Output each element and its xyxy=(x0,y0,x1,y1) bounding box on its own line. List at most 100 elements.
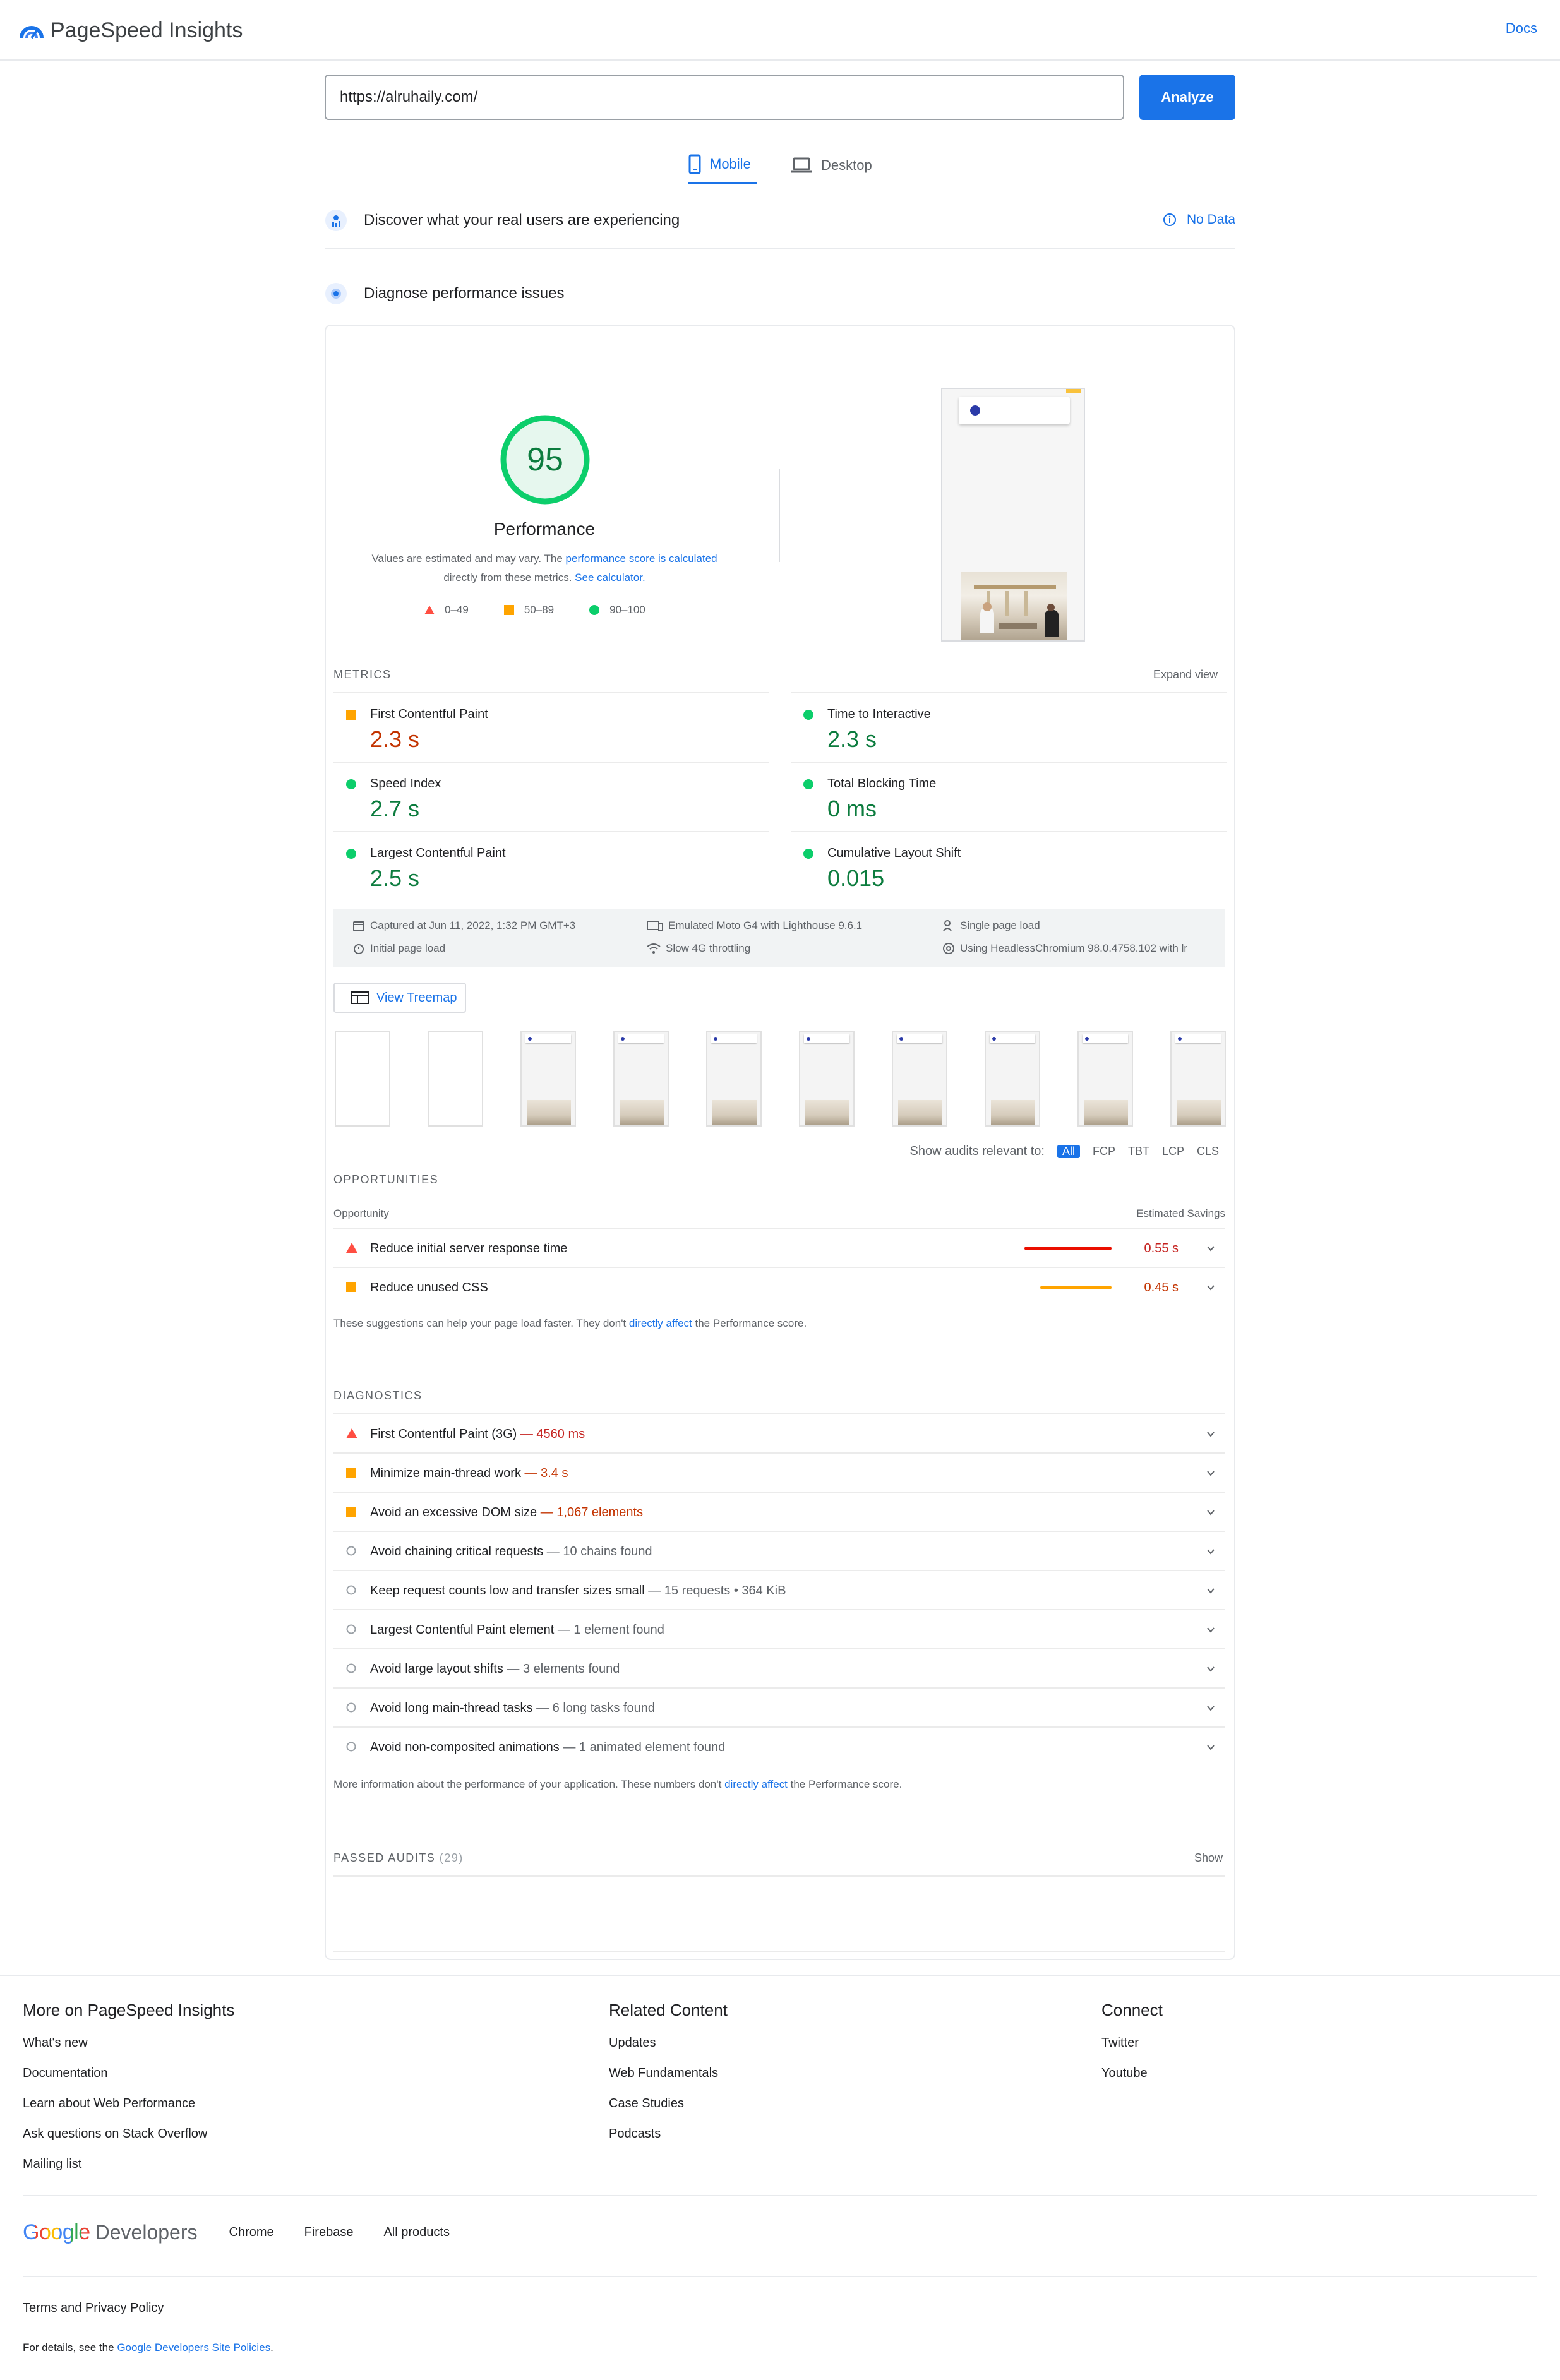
info-circle-outline-icon xyxy=(346,1546,356,1556)
diagnostic-title: First Contentful Paint (3G) xyxy=(370,1427,517,1441)
no-data-indicator[interactable]: No Data xyxy=(1163,212,1235,227)
google-developers-logo[interactable]: Google xyxy=(23,2220,90,2245)
filmstrip-frame[interactable] xyxy=(985,1031,1040,1127)
diagnostic-detail: — 4560 ms xyxy=(520,1427,585,1441)
footer-link-twitter[interactable]: Twitter xyxy=(1101,2035,1163,2066)
diagnostic-row[interactable]: Largest Contentful Paint element — 1 ele… xyxy=(333,1609,1225,1648)
metric-value: 2.7 s xyxy=(370,796,420,822)
runtime-browser-text: Using HeadlessChromium 98.0.4758.102 wit… xyxy=(960,942,1188,954)
footer-link[interactable]: Podcasts xyxy=(609,2126,728,2156)
diagnostic-row[interactable]: Avoid large layout shifts — 3 elements f… xyxy=(333,1648,1225,1687)
footer-heading: Related Content xyxy=(609,2000,728,2019)
url-input[interactable]: https://alruhaily.com/ xyxy=(325,75,1124,120)
frame-dot xyxy=(1085,1037,1089,1041)
tab-desktop[interactable]: Desktop xyxy=(791,147,885,184)
diagnostic-row[interactable]: Keep request counts low and transfer siz… xyxy=(333,1570,1225,1609)
footer-link-youtube[interactable]: Youtube xyxy=(1101,2066,1163,2096)
chevron-down-icon xyxy=(1207,1285,1215,1291)
section-divider xyxy=(325,248,1235,249)
diagnostic-detail: — 1,067 elements xyxy=(540,1505,644,1519)
diagnostic-row[interactable]: Avoid long main-thread tasks — 6 long ta… xyxy=(333,1687,1225,1726)
score-calculated-link[interactable]: performance score is calculated xyxy=(566,553,717,565)
footer-link[interactable]: Case Studies xyxy=(609,2096,728,2126)
opportunity-row[interactable]: Reduce initial server response time 0.55… xyxy=(333,1228,1225,1267)
diagnostic-row[interactable]: First Contentful Paint (3G) — 4560 ms xyxy=(333,1413,1225,1452)
footer-link[interactable]: What's new xyxy=(23,2035,234,2066)
frame-bar xyxy=(618,1034,664,1043)
filter-chip-fcp[interactable]: FCP xyxy=(1093,1145,1115,1158)
analyze-button[interactable]: Analyze xyxy=(1139,75,1235,120)
filmstrip-frame[interactable] xyxy=(892,1031,947,1127)
chevron-down-icon xyxy=(1207,1666,1215,1672)
footer-link[interactable]: Learn about Web Performance xyxy=(23,2096,234,2126)
diagnostic-row[interactable]: Avoid non-composited animations — 1 anim… xyxy=(333,1726,1225,1766)
frame-image xyxy=(805,1100,849,1125)
view-treemap-button[interactable]: View Treemap xyxy=(333,983,466,1013)
filmstrip-frame[interactable] xyxy=(799,1031,855,1127)
show-passed-toggle[interactable]: Show xyxy=(1194,1851,1223,1865)
filter-chip-tbt[interactable]: TBT xyxy=(1128,1145,1149,1158)
fail-triangle-icon xyxy=(346,1428,357,1438)
diagnostic-row[interactable]: Minimize main-thread work — 3.4 s xyxy=(333,1452,1225,1492)
filmstrip-frame[interactable] xyxy=(428,1031,483,1127)
directly-affect-link[interactable]: directly affect xyxy=(724,1778,788,1790)
terms-privacy-link[interactable]: Terms and Privacy Policy xyxy=(23,2301,164,2316)
opportunity-row[interactable]: Reduce unused CSS 0.45 s xyxy=(333,1267,1225,1306)
diagnostics-footnote: More information about the performance o… xyxy=(333,1778,902,1791)
frame-image xyxy=(712,1100,757,1125)
footer-product-link[interactable]: Chrome xyxy=(229,2225,274,2240)
filmstrip-frame[interactable] xyxy=(1077,1031,1133,1127)
chevron-down-icon xyxy=(1207,1432,1215,1437)
diagnostic-row[interactable]: Avoid an excessive DOM size — 1,067 elem… xyxy=(333,1492,1225,1531)
site-policies-link[interactable]: Google Developers Site Policies xyxy=(117,2341,270,2353)
expand-view-toggle[interactable]: Expand view xyxy=(1153,668,1218,681)
footer-link[interactable]: Updates xyxy=(609,2035,728,2066)
diagnostic-name: Avoid long main-thread tasks — 6 long ta… xyxy=(370,1701,655,1716)
filmstrip-frame[interactable] xyxy=(706,1031,762,1127)
runtime-captured-text: Captured at Jun 11, 2022, 1:32 PM GMT+3 xyxy=(370,919,576,931)
footer-column-related: Related Content Updates Web Fundamentals… xyxy=(609,2000,728,2156)
frame-bar xyxy=(990,1034,1035,1043)
opportunities-footnote: These suggestions can help your page loa… xyxy=(333,1317,807,1330)
screenshot-logo-dot xyxy=(970,405,980,416)
final-screenshot[interactable] xyxy=(941,388,1085,642)
directly-affect-link[interactable]: directly affect xyxy=(629,1317,692,1329)
footer-link[interactable]: Mailing list xyxy=(23,2156,234,2187)
filmstrip xyxy=(335,1031,1232,1127)
psi-logo[interactable]: PageSpeed Insights xyxy=(19,16,243,44)
diagnostic-row[interactable]: Avoid chaining critical requests — 10 ch… xyxy=(333,1531,1225,1570)
footer-product-link[interactable]: Firebase xyxy=(304,2225,354,2240)
filmstrip-frame[interactable] xyxy=(520,1031,576,1127)
chevron-down-icon xyxy=(1207,1745,1215,1750)
footer-product-link[interactable]: All products xyxy=(383,2225,450,2240)
laptop-icon xyxy=(791,157,812,173)
tab-mobile[interactable]: Mobile xyxy=(688,147,757,184)
average-square-icon xyxy=(346,1507,356,1517)
frame-bar xyxy=(1175,1034,1221,1043)
filter-chip-cls[interactable]: CLS xyxy=(1197,1145,1219,1158)
passed-audits-label[interactable]: PASSED AUDITS (29) xyxy=(333,1851,464,1865)
filmstrip-frame[interactable] xyxy=(335,1031,390,1127)
average-square-icon xyxy=(346,710,356,720)
diagnostic-name: Avoid chaining critical requests — 10 ch… xyxy=(370,1545,652,1559)
footer-link[interactable]: Ask questions on Stack Overflow xyxy=(23,2126,234,2156)
footer-column-connect: Connect Twitter Youtube xyxy=(1101,2000,1163,2096)
metric-name: Cumulative Layout Shift xyxy=(827,846,961,860)
frame-dot xyxy=(992,1037,996,1041)
metric-value: 0 ms xyxy=(827,796,877,822)
footer-link[interactable]: Web Fundamentals xyxy=(609,2066,728,2096)
docs-link[interactable]: Docs xyxy=(1506,20,1537,37)
filter-chip-all[interactable]: All xyxy=(1057,1145,1080,1158)
see-calculator-link[interactable]: See calculator. xyxy=(575,571,645,583)
filter-chip-lcp[interactable]: LCP xyxy=(1162,1145,1184,1158)
footer-divider xyxy=(0,1975,1560,1976)
metric-tti: Time to Interactive 2.3 s xyxy=(791,692,1227,762)
metric-name: Time to Interactive xyxy=(827,707,931,721)
timer-icon xyxy=(354,944,364,954)
footer-link[interactable]: Documentation xyxy=(23,2066,234,2096)
filmstrip-frame[interactable] xyxy=(613,1031,669,1127)
chevron-down-icon xyxy=(1207,1549,1215,1555)
savings-value: 0.45 s xyxy=(1144,1281,1179,1295)
note-text-2: directly from these metrics. xyxy=(443,571,575,583)
filmstrip-frame[interactable] xyxy=(1170,1031,1226,1127)
